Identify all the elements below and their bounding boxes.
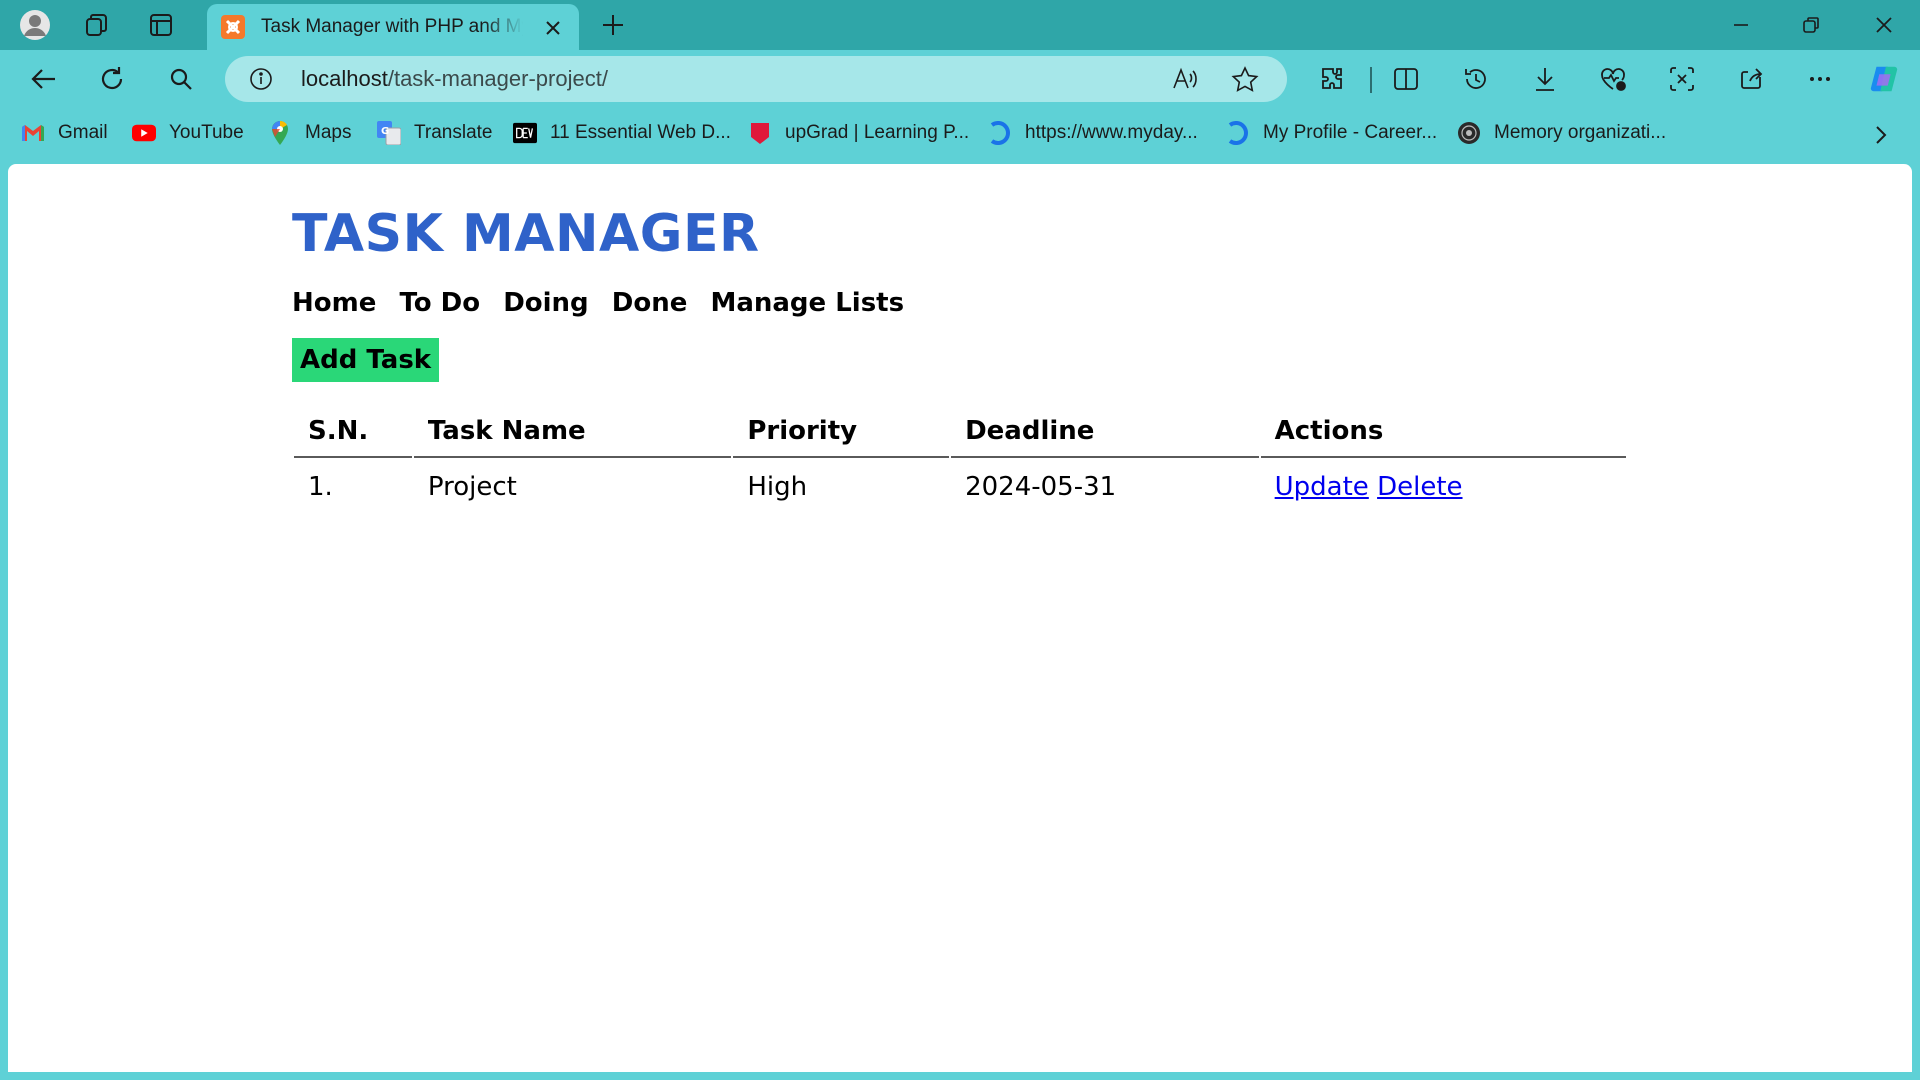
close-window-icon[interactable]: [1861, 8, 1907, 42]
header-deadline: Deadline: [951, 408, 1259, 458]
bookmark-label: Maps: [305, 122, 352, 143]
add-task-button[interactable]: Add Task: [292, 338, 440, 382]
xampp-favicon: [221, 15, 245, 39]
download-icon[interactable]: [1529, 63, 1561, 95]
url-host: localhost: [301, 66, 388, 91]
menu-doing[interactable]: Doing: [503, 288, 588, 318]
svg-text:G: G: [381, 126, 389, 137]
info-icon[interactable]: [249, 67, 273, 91]
bookmark-label: YouTube: [169, 122, 244, 143]
split-screen-icon[interactable]: [1390, 63, 1422, 95]
memory-icon: [1457, 121, 1481, 145]
address-bar[interactable]: localhost/task-manager-project/: [225, 56, 1287, 102]
cell-actions: Update Delete: [1261, 460, 1626, 514]
browser-essentials-icon[interactable]: [1597, 63, 1629, 95]
screenshot-icon[interactable]: [1666, 63, 1698, 95]
browser-tab-active[interactable]: Task Manager with PHP and MySQL: [207, 4, 579, 50]
menu-manage-lists[interactable]: Manage Lists: [710, 288, 904, 318]
bookmark-myday[interactable]: https://www.myday...: [988, 120, 1198, 146]
bookmark-dev[interactable]: 11 Essential Web D...: [513, 120, 731, 146]
minimize-window-icon[interactable]: [1718, 8, 1764, 42]
url-path: /task-manager-project/: [387, 66, 608, 91]
new-tab-icon[interactable]: [598, 10, 628, 40]
history-icon[interactable]: [1460, 63, 1492, 95]
read-aloud-icon[interactable]: [1171, 66, 1199, 92]
cell-task-name: Project: [427, 472, 517, 502]
star-icon[interactable]: [1231, 66, 1259, 92]
copilot-icon[interactable]: [1868, 63, 1900, 95]
dev-icon: [513, 121, 537, 145]
delete-link[interactable]: Delete: [1377, 472, 1462, 502]
menu-to-do[interactable]: To Do: [399, 288, 480, 318]
back-arrow-icon[interactable]: [28, 63, 60, 95]
tab-actions-icon[interactable]: [145, 9, 177, 41]
bookmark-upgrad[interactable]: upGrad | Learning P...: [748, 120, 969, 146]
tab-title: Task Manager with PHP and MySQL: [261, 16, 523, 37]
cell-priority: High: [747, 472, 808, 502]
bookmark-youtube[interactable]: YouTube: [132, 120, 244, 146]
workspaces-icon[interactable]: [81, 9, 113, 41]
header-priority: Priority: [733, 408, 950, 458]
upgrad-icon: [748, 121, 772, 145]
table-header-row: S.N. Task Name Priority Deadline Actions: [294, 408, 1626, 458]
bookmark-gmail[interactable]: Gmail: [21, 120, 108, 146]
bookmark-label: 11 Essential Web D...: [550, 122, 731, 143]
more-icon[interactable]: [1804, 63, 1836, 95]
restore-window-icon[interactable]: [1788, 8, 1834, 42]
bookmark-label: upGrad | Learning P...: [785, 122, 970, 143]
menu-home[interactable]: Home: [292, 288, 376, 318]
browser-title-bar: Task Manager with PHP and MySQL: [0, 0, 1920, 50]
translate-icon: G: [377, 121, 401, 145]
youtube-icon: [132, 121, 156, 145]
header-actions: Actions: [1260, 408, 1626, 458]
bookmark-label: Gmail: [58, 122, 108, 143]
bookmark-translate[interactable]: G Translate: [377, 120, 493, 146]
page-viewport: TASK MANAGER Home To Do Doing Done Manag…: [8, 164, 1912, 1072]
maps-icon: [268, 120, 292, 145]
bookmarks-bar: Gmail YouTube Maps G Translate 11 Essent…: [0, 108, 1920, 158]
update-link[interactable]: Update: [1275, 472, 1369, 502]
header-sn: S.N.: [294, 408, 412, 458]
bookmark-memory[interactable]: Memory organizati...: [1457, 120, 1666, 146]
table-row: 1. Project High 2024-05-31 Update Delete: [294, 460, 1626, 514]
myday-icon: [988, 121, 1012, 145]
window-bottom-edge: [0, 1072, 1920, 1080]
search-icon[interactable]: [165, 63, 197, 95]
cell-sn: 1.: [308, 472, 333, 502]
url-text[interactable]: localhost/task-manager-project/: [301, 66, 608, 92]
bookmark-maps[interactable]: Maps: [268, 120, 351, 146]
bookmark-career[interactable]: My Profile - Career...: [1226, 120, 1437, 146]
gmail-icon: [21, 121, 45, 145]
main-menu: Home To Do Doing Done Manage Lists: [292, 288, 922, 318]
bookmark-label: My Profile - Career...: [1263, 122, 1438, 143]
bookmark-label: Translate: [414, 122, 493, 143]
menu-done[interactable]: Done: [612, 288, 688, 318]
refresh-icon[interactable]: [96, 63, 128, 95]
extensions-icon[interactable]: [1316, 63, 1348, 95]
cell-deadline: 2024-05-31: [965, 472, 1117, 502]
header-task-name: Task Name: [413, 408, 732, 458]
page-title: TASK MANAGER: [292, 204, 760, 264]
toolbar-separator: [1370, 67, 1372, 93]
chevron-right-icon[interactable]: [1866, 121, 1894, 149]
profile-avatar-icon[interactable]: [19, 9, 51, 41]
share-icon[interactable]: [1736, 63, 1768, 95]
browser-toolbar: localhost/task-manager-project/: [0, 50, 1920, 108]
tasks-table: S.N. Task Name Priority Deadline Actions…: [292, 406, 1628, 516]
bookmark-label: https://www.myday...: [1025, 122, 1198, 143]
career-icon: [1226, 121, 1250, 145]
bookmark-label: Memory organizati...: [1494, 122, 1667, 143]
close-tab-icon[interactable]: [541, 16, 565, 40]
